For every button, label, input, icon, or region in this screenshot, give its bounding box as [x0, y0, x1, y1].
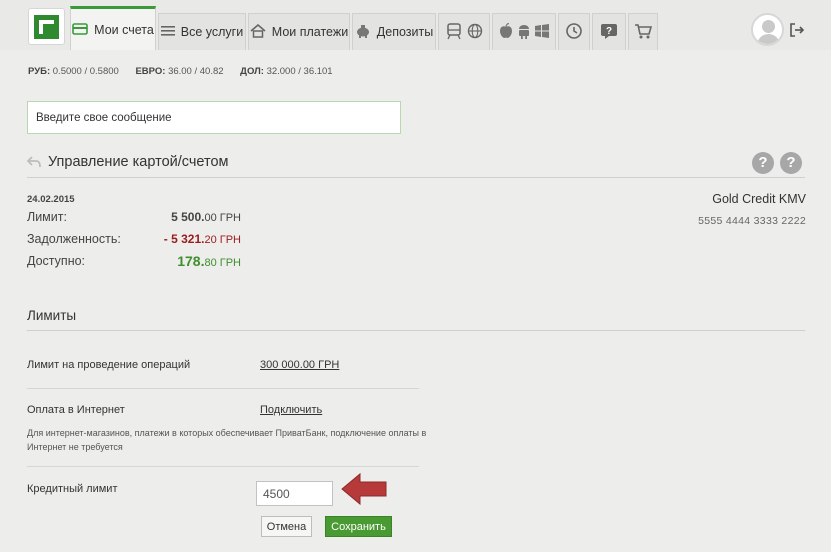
- statement-date: 24.02.2015: [27, 194, 75, 205]
- home-icon: [250, 23, 266, 40]
- limits-header: Лимиты: [27, 305, 805, 331]
- pointer-arrow-icon: [341, 472, 387, 506]
- available-value: 178.80 ГРН: [177, 253, 241, 269]
- rub-label: РУБ:: [28, 66, 51, 77]
- card-name: Gold Credit KMV: [712, 192, 806, 206]
- piggy-bank-icon: [355, 24, 371, 40]
- cancel-button[interactable]: Отмена: [261, 516, 312, 537]
- internet-payment-note: Для интернет-магазинов, платежи в которы…: [27, 428, 427, 452]
- divider: [27, 388, 419, 389]
- credit-limit-label: Кредитный лимит: [27, 483, 118, 495]
- back-arrow-icon[interactable]: [26, 155, 41, 171]
- user-avatar[interactable]: [751, 13, 784, 46]
- connect-internet-link[interactable]: Подключить: [260, 404, 322, 416]
- tab-transport-travel[interactable]: [438, 13, 490, 50]
- tab-label: Все услуги: [180, 25, 244, 39]
- page-title: Управление картой/счетом: [48, 154, 229, 170]
- message-input[interactable]: [27, 101, 401, 134]
- help-video-icon[interactable]: ?: [752, 152, 774, 174]
- transport-icon: [445, 22, 463, 42]
- apple-icon: [499, 22, 513, 41]
- history-icon: [565, 22, 583, 42]
- help-icon[interactable]: ?: [780, 152, 802, 174]
- limit-label: Лимит:: [27, 210, 67, 224]
- tab-help[interactable]: ?: [592, 13, 626, 50]
- globe-icon: [467, 23, 483, 41]
- tab-label: Мои платежи: [271, 25, 349, 39]
- tab-shop[interactable]: [628, 13, 658, 50]
- limit-value: 5 500.00 ГРН: [171, 210, 241, 224]
- svg-text:?: ?: [606, 26, 612, 37]
- usd-label: ДОЛ:: [240, 66, 264, 77]
- credit-limit-input[interactable]: [256, 481, 333, 506]
- windows-icon: [535, 24, 549, 40]
- android-icon: [517, 23, 531, 41]
- logout-icon[interactable]: [789, 22, 805, 38]
- tab-history[interactable]: [558, 13, 590, 50]
- privatbank-logo[interactable]: [28, 8, 65, 45]
- operations-limit-link[interactable]: 300 000.00 ГРН: [260, 359, 339, 371]
- debt-value: - 5 321.20 ГРН: [163, 232, 241, 246]
- save-button[interactable]: Сохранить: [325, 516, 392, 537]
- usd-value: 32.000 / 36.101: [266, 66, 333, 77]
- divider: [27, 466, 419, 467]
- internet-payment-label: Оплата в Интернет: [27, 404, 125, 416]
- debt-label: Задолженность:: [27, 232, 121, 246]
- help-icon: ?: [600, 22, 618, 42]
- eur-label: ЕВРО:: [135, 66, 166, 77]
- rub-value: 0.5000 / 0.5800: [52, 66, 119, 77]
- tab-my-accounts[interactable]: Мои счета: [70, 6, 156, 50]
- card-management-header: Управление картой/счетом ? ?: [26, 152, 805, 178]
- card-number: 5555 4444 3333 2222: [698, 215, 806, 227]
- cart-icon: [634, 23, 653, 41]
- available-label: Доступно:: [27, 254, 86, 268]
- card-icon: [72, 22, 88, 37]
- limits-title: Лимиты: [27, 308, 77, 323]
- list-icon: [160, 25, 175, 39]
- operations-limit-label: Лимит на проведение операций: [27, 359, 191, 371]
- tab-mobile-apps[interactable]: [492, 13, 556, 50]
- tab-label: Депозиты: [376, 25, 434, 39]
- top-nav: Мои счета Все услуги Мои платежи Депозит…: [0, 0, 831, 50]
- tab-all-services[interactable]: Все услуги: [158, 13, 246, 50]
- eur-value: 36.00 / 40.82: [168, 66, 224, 77]
- tab-label: Мои счета: [94, 22, 154, 37]
- tab-my-payments[interactable]: Мои платежи: [248, 13, 350, 50]
- tab-deposits[interactable]: Депозиты: [352, 13, 436, 50]
- exchange-rates: РУБ: 0.5000 / 0.5800 ЕВРО: 36.00 / 40.82…: [28, 66, 347, 77]
